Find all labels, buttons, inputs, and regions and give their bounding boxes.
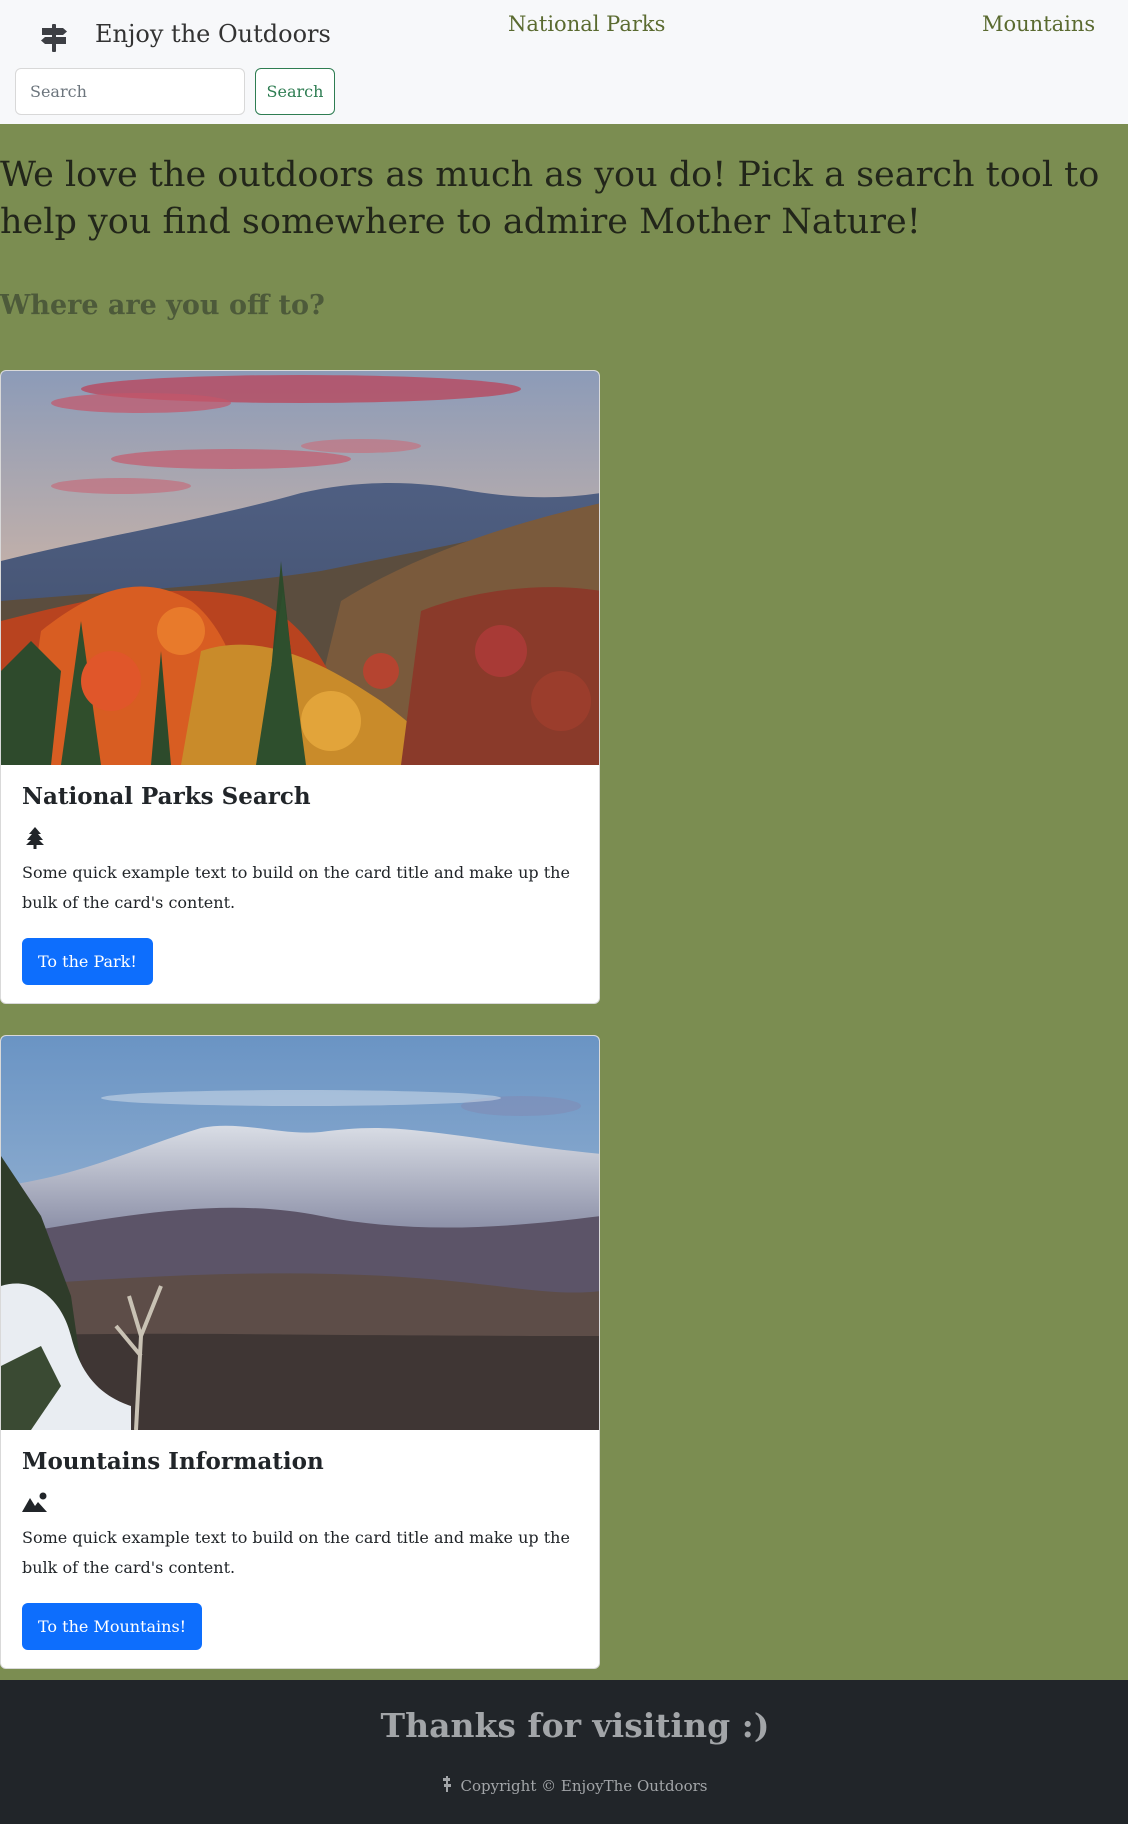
nav-link-mountains[interactable]: Mountains	[982, 12, 1095, 36]
card-text: Some quick example text to build on the …	[22, 863, 570, 912]
search-input[interactable]	[15, 68, 245, 115]
card-title: National Parks Search	[22, 783, 311, 810]
signpost-icon[interactable]	[38, 22, 70, 54]
signpost-icon	[442, 1776, 451, 1792]
card-text: Some quick example text to build on the …	[22, 1528, 570, 1577]
search-button[interactable]: Search	[255, 68, 335, 115]
footer-copyright: Copyright © EnjoyThe Outdoors	[0, 1776, 1128, 1795]
intro-text: We love the outdoors as much as you do! …	[0, 155, 1100, 242]
national-parks-card: National Parks Search Some quick example…	[0, 370, 600, 1004]
copyright-text: Copyright © EnjoyThe Outdoors	[460, 1777, 708, 1795]
autumn-mountain-forest-photo	[1, 371, 599, 765]
section-heading: Where are you off to?	[0, 290, 325, 321]
to-the-park-button[interactable]: To the Park!	[22, 938, 153, 985]
footer: Thanks for visiting :) Copyright © Enjoy…	[0, 1680, 1128, 1824]
brand-name[interactable]: Enjoy the Outdoors	[95, 20, 331, 48]
mountains-card: Mountains Information Some quick example…	[0, 1035, 600, 1669]
navbar: Enjoy the Outdoors National Parks Mounta…	[0, 0, 1128, 124]
card-title: Mountains Information	[22, 1448, 324, 1475]
tree-icon	[26, 827, 44, 849]
footer-title: Thanks for visiting :)	[380, 1706, 770, 1745]
to-the-mountains-button[interactable]: To the Mountains!	[22, 1603, 203, 1650]
mountain-sun-icon	[22, 1492, 47, 1512]
nav-link-national-parks[interactable]: National Parks	[508, 12, 665, 36]
snowy-mountain-range-photo	[1, 1036, 599, 1430]
